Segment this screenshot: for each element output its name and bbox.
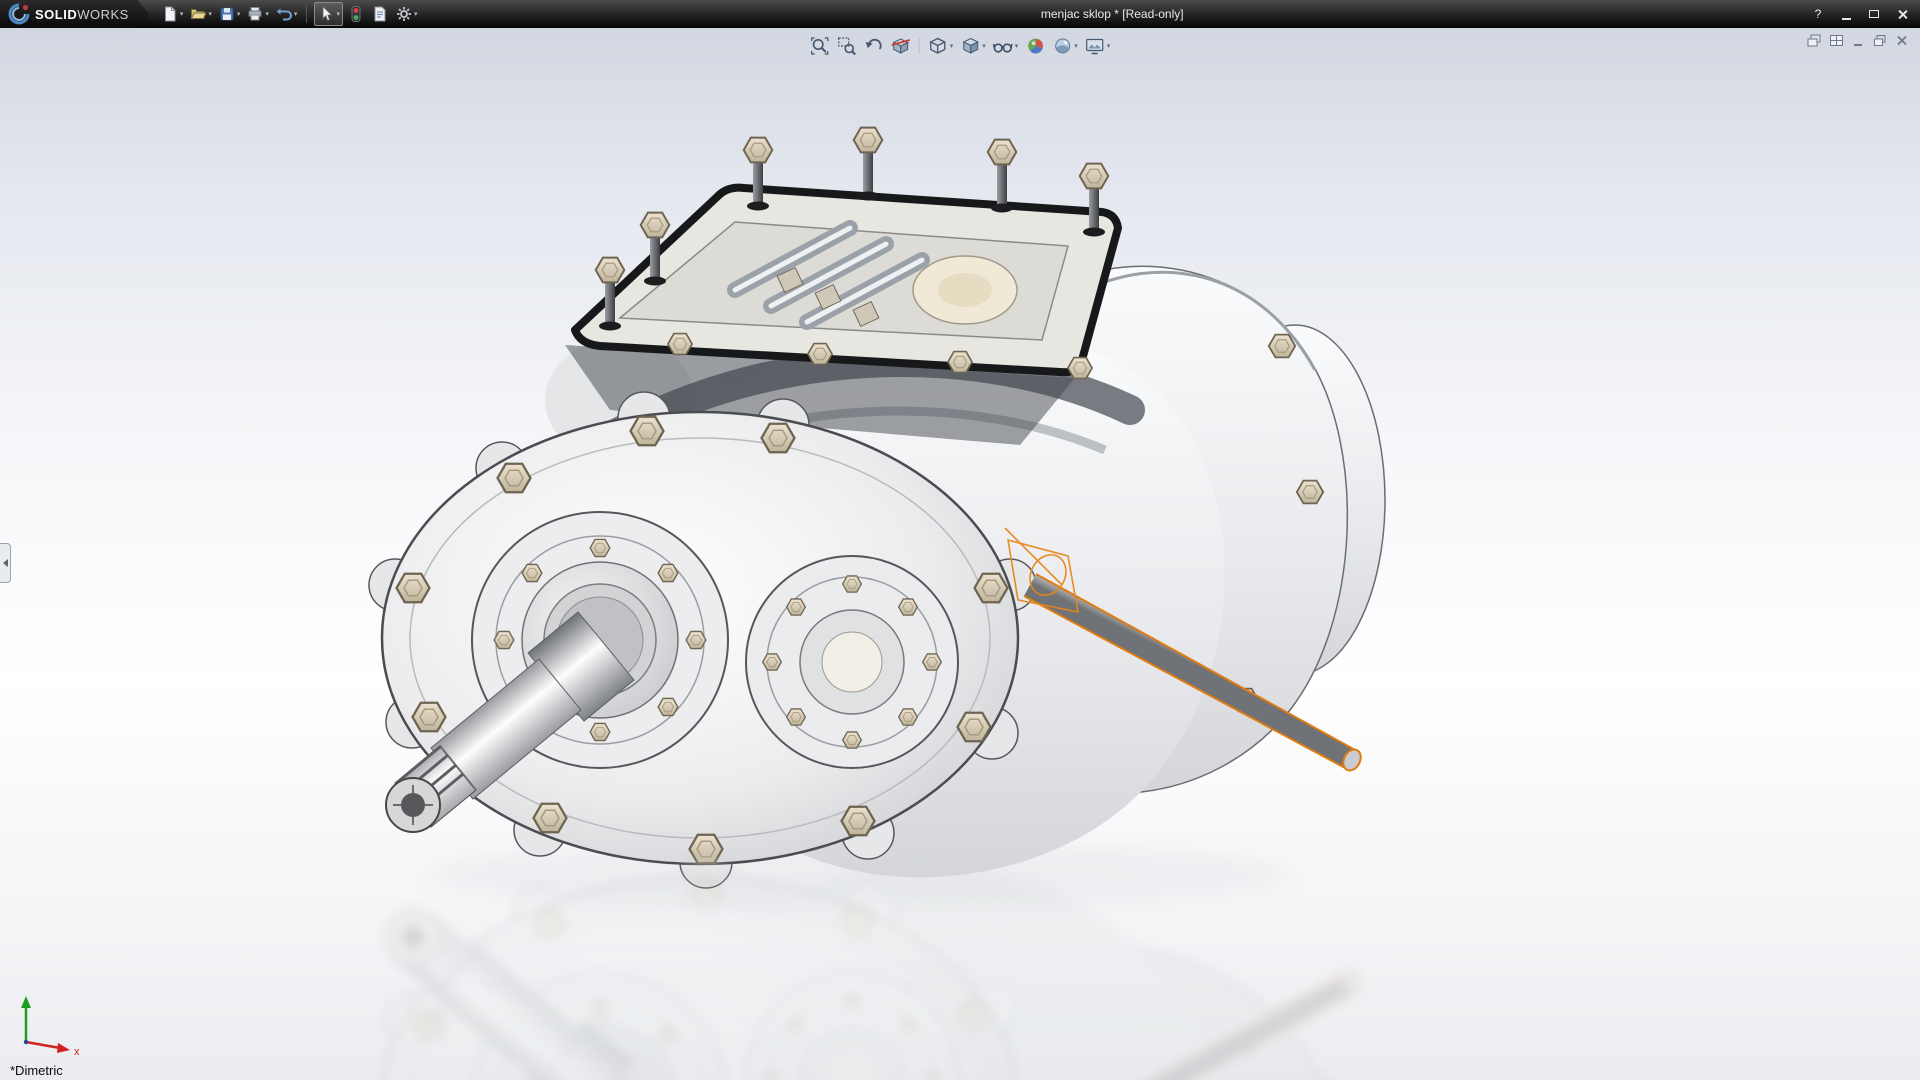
hud-separator (919, 38, 920, 54)
display-style-button[interactable]: ▾ (959, 35, 987, 57)
apply-scene-icon (1052, 36, 1072, 56)
select-cursor-button[interactable]: ▾ (314, 2, 343, 26)
zoom-to-area-icon (837, 36, 857, 56)
view-orientation-label: *Dimetric (10, 1063, 63, 1078)
edit-appearance-button[interactable] (1024, 35, 1046, 57)
view-settings-button[interactable]: ▾ (1084, 35, 1112, 57)
open-document-icon (189, 5, 207, 23)
print-button[interactable]: ▾ (244, 2, 271, 26)
titlebar: SOLIDWORKS ▾ ▾ ▾ (0, 0, 1920, 28)
minimize-document-button[interactable] (1851, 34, 1866, 47)
help-button[interactable]: ? (1805, 4, 1831, 24)
minimize-button[interactable] (1833, 4, 1859, 24)
zoom-to-fit-button[interactable] (809, 35, 831, 57)
rebuild-icon (347, 5, 365, 23)
options-gear-icon (395, 5, 413, 23)
model-wrapper (369, 128, 1385, 1080)
undo-button[interactable]: ▾ (273, 2, 300, 26)
undo-icon (275, 5, 293, 23)
main-toolbar: ▾ ▾ ▾ ▾ ▾ (159, 2, 420, 26)
view-settings-icon (1085, 36, 1105, 56)
feature-tree-collapsed-tab[interactable] (0, 543, 11, 583)
x-axis-label: x (74, 1046, 80, 1058)
apply-scene-button[interactable]: ▾ (1051, 35, 1079, 57)
view-orientation-icon (928, 36, 948, 56)
zoom-to-fit-icon (810, 36, 830, 56)
open-document-button[interactable]: ▾ (187, 2, 214, 26)
model-right-bearing-boss[interactable] (746, 556, 958, 768)
x-axis-arrow (57, 1043, 70, 1053)
minimize-doc-icon (1851, 34, 1866, 47)
cascade-windows-button[interactable] (1807, 34, 1822, 47)
close-document-button[interactable] (1895, 34, 1910, 47)
restore-document-button[interactable] (1873, 34, 1888, 47)
3ds-swirl-icon (8, 3, 30, 25)
new-document-button[interactable]: ▾ (159, 2, 186, 26)
section-view-icon (891, 36, 911, 56)
document-window-controls (1807, 34, 1910, 47)
window-title: menjac sklop * [Read-only] (419, 7, 1805, 21)
new-document-icon (161, 5, 179, 23)
model-gearbox[interactable] (369, 128, 1385, 888)
tile-windows-button[interactable] (1829, 34, 1844, 47)
y-axis-arrow (21, 996, 31, 1008)
display-style-icon (960, 36, 980, 56)
toolbar-separator (306, 5, 307, 23)
print-icon (246, 5, 264, 23)
orientation-triad: x (8, 974, 92, 1058)
file-properties-icon (371, 5, 389, 23)
zoom-to-area-button[interactable] (836, 35, 858, 57)
close-button[interactable] (1889, 4, 1915, 24)
options-button[interactable]: ▾ (393, 2, 420, 26)
save-icon (218, 5, 236, 23)
graphics-viewport[interactable]: ▾ ▾ ▾ (0, 28, 1920, 1080)
window-controls: ? (1805, 4, 1915, 24)
section-view-button[interactable] (890, 35, 912, 57)
rebuild-button[interactable] (345, 2, 367, 26)
save-button[interactable]: ▾ (216, 2, 243, 26)
view-orientation-button[interactable]: ▾ (927, 35, 955, 57)
maximize-button[interactable] (1861, 4, 1887, 24)
edit-appearance-icon (1025, 36, 1045, 56)
tile-icon (1829, 34, 1844, 47)
restore-doc-icon (1873, 34, 1888, 47)
select-cursor-icon (317, 5, 335, 23)
heads-up-view-toolbar: ▾ ▾ ▾ (803, 33, 1118, 59)
app-logo: SOLIDWORKS (0, 0, 149, 28)
hide-show-items-button[interactable]: ▾ (992, 35, 1020, 57)
model-scene (0, 28, 1920, 1080)
maximize-icon (1869, 10, 1879, 18)
close-doc-icon (1895, 34, 1910, 47)
previous-view-button[interactable] (863, 35, 885, 57)
brand-text: SOLIDWORKS (35, 7, 129, 22)
collapse-arrow-icon (3, 559, 8, 567)
cascade-icon (1807, 34, 1822, 47)
previous-view-icon (864, 36, 884, 56)
model-top-cover[interactable] (575, 128, 1118, 379)
file-properties-button[interactable] (369, 2, 391, 26)
hide-show-items-icon (993, 36, 1013, 56)
minimize-icon (1842, 18, 1851, 20)
close-icon (1897, 9, 1908, 20)
